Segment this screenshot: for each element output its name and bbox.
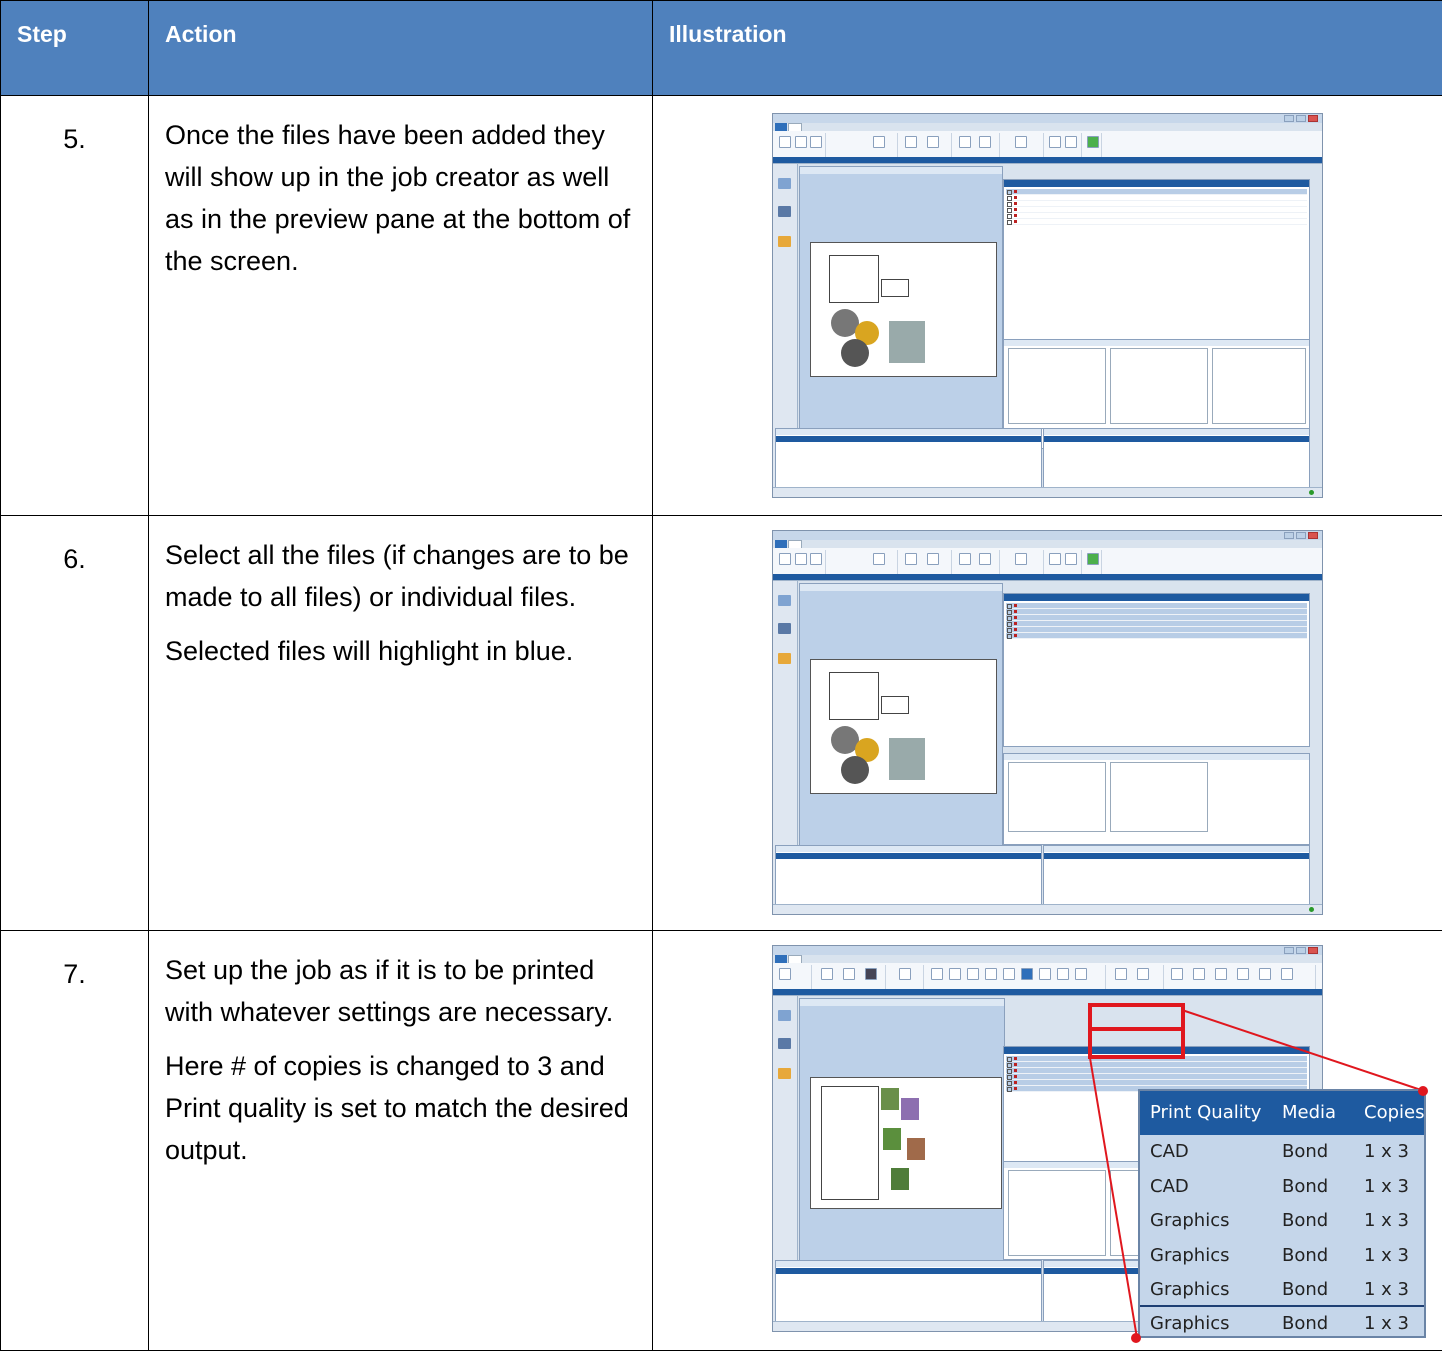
zoom-cell-copies: 1 x 3 xyxy=(1364,1141,1409,1162)
action-text: Here # of copies is changed to 3 and Pri… xyxy=(165,1051,629,1165)
zoom-header-print-quality: Print Quality xyxy=(1150,1102,1262,1123)
app-title-bar xyxy=(773,531,1322,540)
step-number: 6. xyxy=(0,515,149,931)
zoom-header-row: Print Quality Media Copies xyxy=(1140,1091,1424,1135)
zoom-cell-media: Bond xyxy=(1282,1210,1329,1231)
zoom-cell-quality: CAD xyxy=(1150,1141,1189,1162)
zoom-row: Graphics Bond 1 x 3 xyxy=(1140,1273,1424,1308)
screenshot-step-5 xyxy=(772,113,1323,498)
step-number: 5. xyxy=(0,95,149,516)
drawing-page xyxy=(810,659,997,794)
zoom-header-media: Media xyxy=(1282,1102,1337,1123)
zoom-cell-copies: 1 x 3 xyxy=(1364,1244,1409,1266)
drawing-page xyxy=(810,242,997,377)
previews-panel xyxy=(1003,753,1310,845)
zoom-cell-media: Bond xyxy=(1282,1175,1329,1197)
zoom-cell-media: Bond xyxy=(1282,1313,1329,1334)
job-history-panel xyxy=(1043,428,1310,488)
app-title-bar xyxy=(773,946,1322,955)
header-row: Step Action Illustration xyxy=(0,0,1442,96)
ribbon-tabs xyxy=(773,123,1322,131)
status-bar xyxy=(773,904,1322,914)
app-title-bar xyxy=(773,114,1322,123)
header-illustration: Illustration xyxy=(652,0,1442,96)
action-text: Selected files will highlight in blue. xyxy=(165,636,574,666)
ribbon-toolbar xyxy=(773,548,1322,581)
callout-highlight-box-lower xyxy=(1088,1031,1185,1059)
zoom-cell-quality: Graphics xyxy=(1150,1313,1230,1334)
step-action: Set up the job as if it is to be printed… xyxy=(148,930,653,1351)
zoom-cell-quality: CAD xyxy=(1150,1175,1189,1197)
step-action: Select all the files (if changes are to … xyxy=(148,515,653,931)
step-number: 7. xyxy=(0,930,149,1351)
ribbon-tabs xyxy=(773,955,1322,963)
zoom-row: Graphics Bond 1 x 3 xyxy=(1140,1204,1424,1239)
screenshot-step-6 xyxy=(772,530,1323,915)
job-queue-panel xyxy=(775,428,1042,488)
landscape-page xyxy=(810,1077,1002,1209)
callout-anchor-dot xyxy=(1418,1086,1428,1096)
zoom-cell-media: Bond xyxy=(1282,1279,1329,1300)
action-text: Once the files have been added they will… xyxy=(165,120,631,276)
zoom-row: Graphics Bond 1 x 3 xyxy=(1140,1239,1424,1274)
header-action: Action xyxy=(148,0,653,96)
previews-panel xyxy=(1003,339,1310,429)
callout-highlight-box xyxy=(1088,1003,1185,1031)
job-queue-panel xyxy=(775,845,1042,905)
zoom-row: CAD Bond 1 x 3 xyxy=(1140,1170,1424,1205)
zoom-cell-copies: 1 x 3 xyxy=(1364,1279,1409,1300)
zoom-cell-quality: Graphics xyxy=(1150,1210,1230,1231)
zoom-cell-copies: 1 x 3 xyxy=(1364,1313,1409,1334)
zoomed-column-detail: Print Quality Media Copies CAD Bond 1 x … xyxy=(1138,1089,1426,1338)
zoom-header-copies: Copies xyxy=(1364,1102,1425,1123)
zoom-row: CAD Bond 1 x 3 xyxy=(1140,1135,1424,1170)
zoom-cell-copies: 1 x 3 xyxy=(1364,1175,1409,1197)
header-step: Step xyxy=(0,0,149,96)
job-queue-panel xyxy=(775,1260,1042,1322)
zoom-cell-copies: 1 x 3 xyxy=(1364,1210,1409,1231)
zoom-cell-quality: Graphics xyxy=(1150,1279,1230,1300)
action-text: Set up the job as if it is to be printed… xyxy=(165,955,614,1027)
zoom-cell-media: Bond xyxy=(1282,1141,1329,1162)
ribbon-toolbar xyxy=(773,131,1322,164)
ribbon-toolbar xyxy=(773,963,1322,996)
file-list xyxy=(1003,593,1310,747)
job-history-panel xyxy=(1043,845,1310,905)
ribbon-tabs xyxy=(773,540,1322,548)
action-text: Select all the files (if changes are to … xyxy=(165,540,629,612)
zoom-cell-quality: Graphics xyxy=(1150,1244,1230,1266)
zoom-cell-media: Bond xyxy=(1282,1244,1329,1266)
callout-anchor-dot xyxy=(1131,1333,1141,1343)
zoom-row: Graphics Bond 1 x 3 xyxy=(1140,1305,1424,1342)
status-bar xyxy=(773,487,1322,497)
step-action: Once the files have been added they will… xyxy=(148,95,653,516)
